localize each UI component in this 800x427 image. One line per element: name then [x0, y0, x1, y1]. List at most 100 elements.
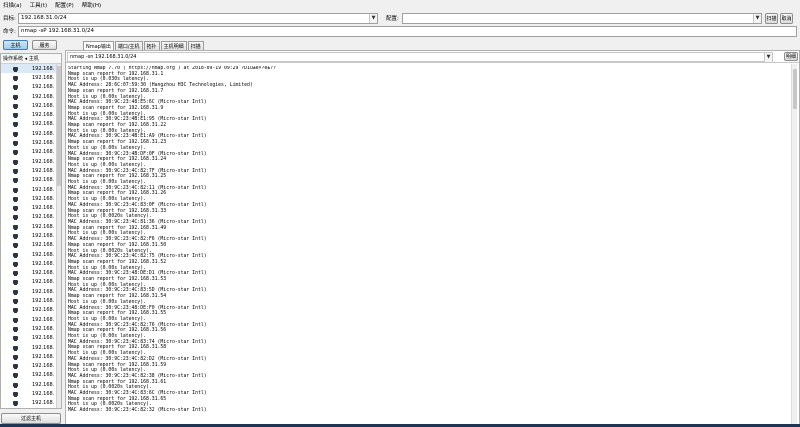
scrollbar-thumb[interactable] [793, 69, 797, 109]
menu-bar: 扫描(a) 工具(t) 配置(P) 帮助(H) [0, 0, 800, 10]
os-icon [13, 113, 18, 119]
host-ip: 192.168. [32, 130, 55, 137]
list-item[interactable]: 192.168. [1, 250, 61, 259]
list-item[interactable]: 192.168. [1, 157, 61, 166]
os-icon [13, 131, 18, 137]
list-item[interactable]: 192.168. [1, 231, 61, 240]
list-item[interactable]: 192.168. [1, 362, 61, 371]
list-item[interactable]: 192.168. [1, 185, 61, 194]
host-ip: 192.168. [32, 232, 55, 239]
host-ip: 192.168. [32, 270, 55, 277]
output-panel: nmap -sn 192.168.31.0/24 ▼ 明细 Starting N… [65, 50, 800, 427]
os-icon [13, 401, 18, 407]
list-item[interactable]: 192.168. [1, 287, 61, 296]
list-item[interactable]: 192.168. [1, 334, 61, 343]
profile-select[interactable]: ▼ [402, 12, 762, 24]
output-select-value: nmap -sn 192.168.31.0/24 [70, 53, 137, 60]
chevron-down-icon[interactable]: ▼ [369, 13, 377, 23]
tab-scans[interactable]: 扫描 [187, 41, 204, 50]
tab-host-details[interactable]: 主机明细 [160, 41, 187, 50]
list-item[interactable]: 192.168. [1, 64, 61, 74]
list-item[interactable]: 192.168. [1, 166, 61, 175]
list-item[interactable]: 192.168. [1, 213, 61, 222]
os-icon [13, 224, 18, 230]
list-item[interactable]: 192.168. [1, 296, 61, 305]
host-ip: 192.168. [32, 102, 55, 109]
chevron-down-icon[interactable]: ▼ [764, 52, 772, 62]
list-item[interactable]: 192.168. [1, 259, 61, 268]
list-item[interactable]: 192.168. [1, 129, 61, 138]
menu-help[interactable]: 帮助(H) [82, 1, 101, 9]
host-ip: 192.168. [32, 93, 55, 100]
host-ip: 192.168. [32, 65, 55, 72]
list-item[interactable]: 192.168. [1, 148, 61, 157]
os-icon [13, 299, 18, 305]
list-item[interactable]: 192.168. [1, 101, 61, 110]
menu-profile[interactable]: 配置(P) [55, 1, 74, 9]
os-icon [13, 317, 18, 323]
os-icon [13, 159, 18, 165]
os-icon [13, 336, 18, 342]
list-item[interactable]: 192.168. [1, 269, 61, 278]
hosts-tab[interactable]: 主机 [3, 40, 28, 50]
os-icon [13, 141, 18, 147]
list-item[interactable]: 192.168. [1, 380, 61, 389]
target-input[interactable]: 192.168.31.0/24 ▼ [18, 12, 378, 24]
os-icon [13, 85, 18, 91]
services-tab[interactable]: 服务 [32, 40, 57, 50]
menu-scan[interactable]: 扫描(a) [3, 1, 22, 9]
list-item[interactable]: 192.168. [1, 241, 61, 250]
list-item[interactable]: 192.168. [1, 352, 61, 361]
os-icon [13, 326, 18, 332]
host-ip: 192.168. [32, 223, 55, 230]
os-icon [13, 75, 18, 81]
host-ip: 192.168. [32, 242, 55, 249]
chevron-down-icon[interactable]: ▼ [753, 13, 761, 23]
tab-nmap-output[interactable]: Nmap输出 [83, 41, 114, 50]
list-item[interactable]: 192.168. [1, 315, 61, 324]
list-item[interactable]: 192.168. [1, 83, 61, 92]
output-header: nmap -sn 192.168.31.0/24 ▼ 明细 [66, 51, 799, 63]
os-icon [13, 206, 18, 212]
detail-button[interactable]: 明细 [784, 52, 798, 61]
list-item[interactable]: 192.168. [1, 138, 61, 147]
list-item[interactable]: 192.168. [1, 278, 61, 287]
list-item[interactable]: 192.168. [1, 222, 61, 231]
os-icon [13, 66, 18, 72]
list-item[interactable]: 192.168. [1, 343, 61, 352]
os-icon [13, 178, 18, 184]
host-list-scrollbar[interactable] [56, 64, 61, 408]
filter-hosts-button[interactable]: 过滤主机 [1, 413, 61, 424]
command-row: 命令: nmap -sP 192.168.31.0/24 [0, 24, 800, 38]
list-item[interactable]: 192.168. [1, 73, 61, 82]
cancel-button[interactable]: 取消 [780, 12, 793, 24]
output-scrollbar[interactable] [791, 64, 797, 426]
list-item[interactable]: 192.168. [1, 203, 61, 212]
list-item[interactable]: 192.168. [1, 389, 61, 398]
host-list-header[interactable]: 操作系统 ◂ 主机 [1, 54, 61, 64]
list-item[interactable]: 192.168. [1, 399, 61, 408]
list-item[interactable]: 192.168. [1, 324, 61, 333]
list-item[interactable]: 192.168. [1, 176, 61, 185]
tab-ports-hosts[interactable]: 端口/主机 [114, 41, 143, 50]
scrollbar-thumb[interactable] [57, 66, 61, 186]
os-icon [13, 103, 18, 109]
scan-button[interactable]: 扫描 [765, 12, 778, 24]
list-item[interactable]: 192.168. [1, 120, 61, 129]
os-icon [13, 243, 18, 249]
menu-tools[interactable]: 工具(t) [30, 1, 47, 9]
list-item[interactable]: 192.168. [1, 194, 61, 203]
output-line: MAC Address: 30:9C:23:4C:82:32 (Micro-st… [68, 408, 207, 414]
host-ip: 192.168. [32, 167, 55, 174]
tab-topology[interactable]: 拓扑 [143, 41, 160, 50]
list-item[interactable]: 192.168. [1, 371, 61, 380]
host-ip: 192.168. [32, 400, 55, 407]
os-icon [13, 345, 18, 351]
command-input[interactable]: nmap -sP 192.168.31.0/24 [18, 25, 797, 37]
list-item[interactable]: 192.168. [1, 110, 61, 119]
host-ip: 192.168. [32, 149, 55, 156]
list-item[interactable]: 192.168. [1, 306, 61, 315]
os-icon [13, 271, 18, 277]
output-select[interactable]: nmap -sn 192.168.31.0/24 ▼ [67, 51, 773, 62]
list-item[interactable]: 192.168. [1, 92, 61, 101]
